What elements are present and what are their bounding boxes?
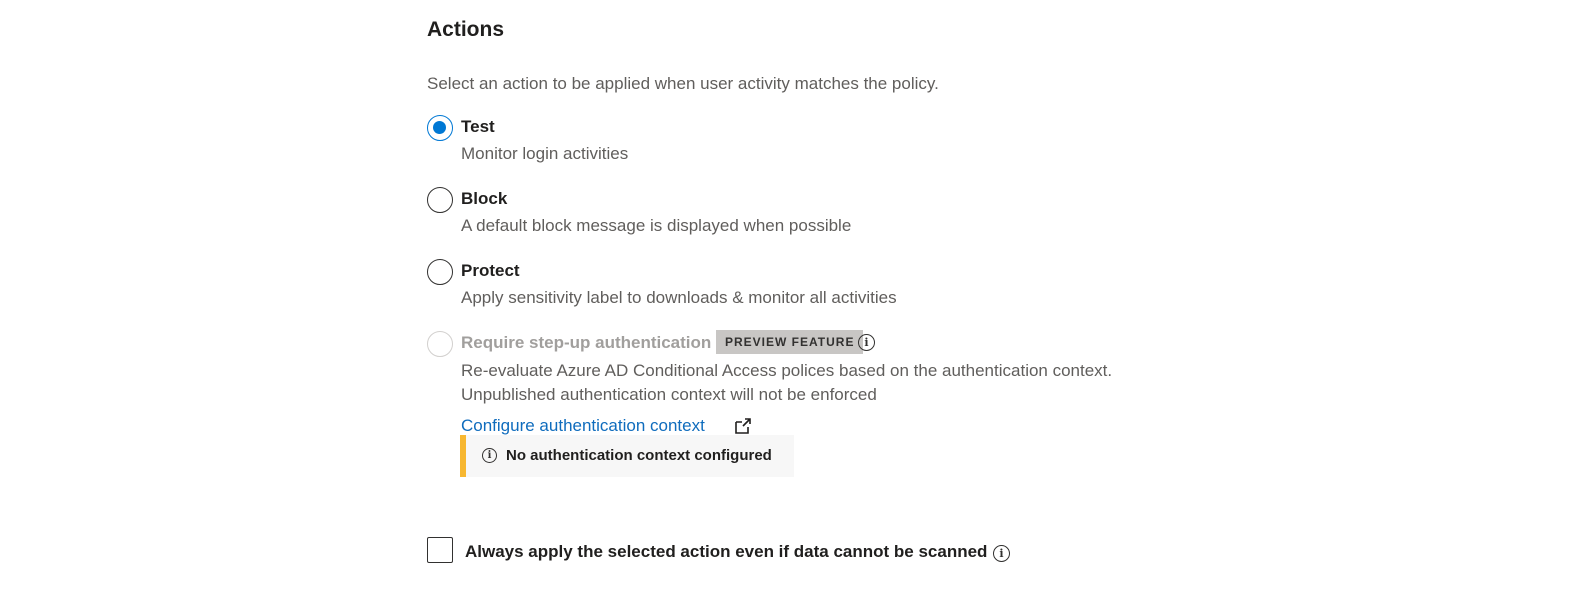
always-apply-label: Always apply the selected action even if… bbox=[465, 542, 988, 561]
radio-protect[interactable] bbox=[427, 259, 453, 285]
option-step-up-auth-description-2: Unpublished authentication context will … bbox=[461, 385, 877, 404]
option-block-description: A default block message is displayed whe… bbox=[461, 216, 852, 235]
notice-info-icon: i bbox=[482, 448, 497, 463]
option-block-label: Block bbox=[461, 189, 508, 208]
option-step-up-auth-description-1: Re-evaluate Azure AD Conditional Access … bbox=[461, 361, 1113, 380]
option-protect-label: Protect bbox=[461, 261, 520, 280]
radio-test[interactable] bbox=[427, 115, 453, 141]
external-link-icon[interactable] bbox=[733, 416, 753, 436]
no-auth-context-notice: i No authentication context configured bbox=[460, 435, 794, 477]
always-apply-checkbox[interactable] bbox=[427, 537, 453, 563]
radio-step-up-auth bbox=[427, 331, 453, 357]
radio-block[interactable] bbox=[427, 187, 453, 213]
preview-feature-badge: PREVIEW FEATURE bbox=[716, 330, 864, 354]
option-protect-description: Apply sensitivity label to downloads & m… bbox=[461, 288, 897, 307]
option-test-description: Monitor login activities bbox=[461, 144, 629, 163]
section-title: Actions bbox=[427, 18, 505, 41]
always-apply-info-icon[interactable]: i bbox=[993, 545, 1010, 562]
option-test-label: Test bbox=[461, 117, 495, 136]
configure-auth-context-link[interactable]: Configure authentication context bbox=[461, 416, 705, 436]
info-icon[interactable]: i bbox=[858, 334, 875, 351]
notice-text: No authentication context configured bbox=[506, 447, 772, 464]
section-description: Select an action to be applied when user… bbox=[427, 74, 939, 93]
option-step-up-auth-label: Require step-up authentication bbox=[461, 333, 712, 352]
